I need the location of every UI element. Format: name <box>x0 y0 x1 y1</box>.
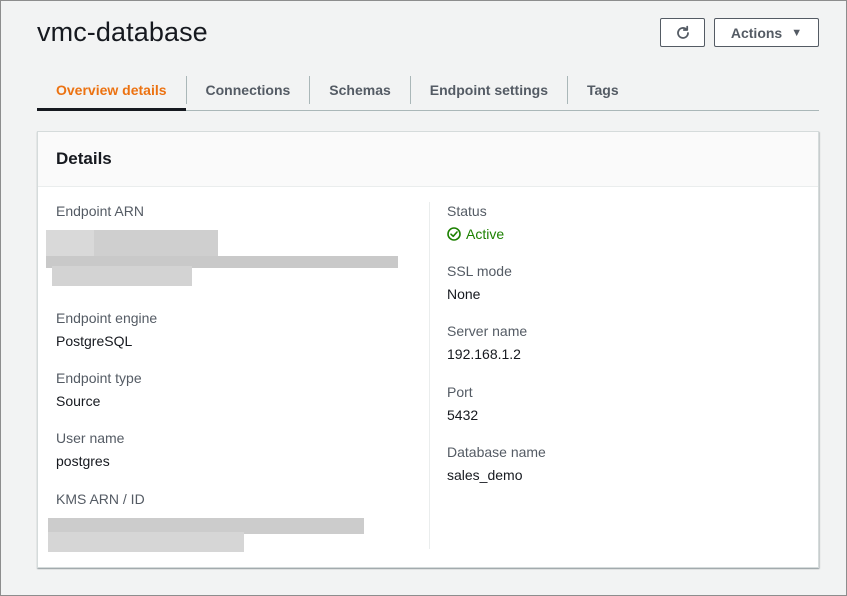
tab-bar: Overview details Connections Schemas End… <box>37 70 819 111</box>
kms-arn-field: KMS ARN / ID <box>48 490 376 554</box>
server-name-field: Server name 192.168.1.2 <box>447 322 527 363</box>
database-name-field: Database name sales_demo <box>447 443 546 484</box>
ssl-mode-field: SSL mode None <box>447 262 512 303</box>
caret-down-icon: ▼ <box>791 26 803 39</box>
status-label: Status <box>447 203 487 219</box>
check-circle-icon <box>447 227 461 241</box>
column-divider <box>429 202 430 549</box>
actions-label: Actions <box>730 24 783 41</box>
tab-connections[interactable]: Connections <box>187 70 310 110</box>
port-value: 5432 <box>447 407 479 423</box>
status-value: Active <box>447 225 504 243</box>
kms-arn-label: KMS ARN / ID <box>56 491 145 507</box>
page-title: vmc-database <box>37 17 208 47</box>
endpoint-type-field: Endpoint type Source <box>56 369 142 410</box>
user-name-field: User name postgres <box>56 429 124 470</box>
refresh-button[interactable] <box>660 18 705 47</box>
ssl-mode-value: None <box>447 286 481 302</box>
refresh-icon <box>676 25 689 39</box>
server-name-value: 192.168.1.2 <box>447 346 521 362</box>
details-panel: Details Endpoint ARN Endpoint engine Pos… <box>37 131 819 568</box>
endpoint-type-label: Endpoint type <box>56 370 142 386</box>
ssl-mode-label: SSL mode <box>447 263 512 279</box>
actions-button[interactable]: Actions ▼ <box>714 18 819 47</box>
endpoint-arn-label: Endpoint ARN <box>56 203 144 219</box>
port-label: Port <box>447 384 473 400</box>
kms-arn-redacted <box>46 516 376 554</box>
user-name-value: postgres <box>56 453 110 469</box>
tab-tags[interactable]: Tags <box>568 70 638 110</box>
details-title: Details <box>56 149 112 168</box>
database-name-label: Database name <box>447 444 546 460</box>
tab-schemas[interactable]: Schemas <box>310 70 409 110</box>
user-name-label: User name <box>56 430 125 446</box>
server-name-label: Server name <box>447 323 528 339</box>
tab-overview-details[interactable]: Overview details <box>37 70 186 111</box>
endpoint-engine-value: PostgreSQL <box>56 333 133 349</box>
port-field: Port 5432 <box>447 383 478 424</box>
endpoint-arn-field: Endpoint ARN <box>46 202 411 288</box>
status-field: Status Active <box>447 202 504 243</box>
details-panel-header: Details <box>38 132 818 187</box>
endpoint-type-value: Source <box>56 393 101 409</box>
status-text: Active <box>466 226 505 242</box>
endpoint-engine-field: Endpoint engine PostgreSQL <box>56 309 157 350</box>
database-name-value: sales_demo <box>447 467 523 483</box>
tab-endpoint-settings[interactable]: Endpoint settings <box>411 70 567 110</box>
endpoint-engine-label: Endpoint engine <box>56 310 158 326</box>
endpoint-arn-redacted <box>46 228 411 288</box>
